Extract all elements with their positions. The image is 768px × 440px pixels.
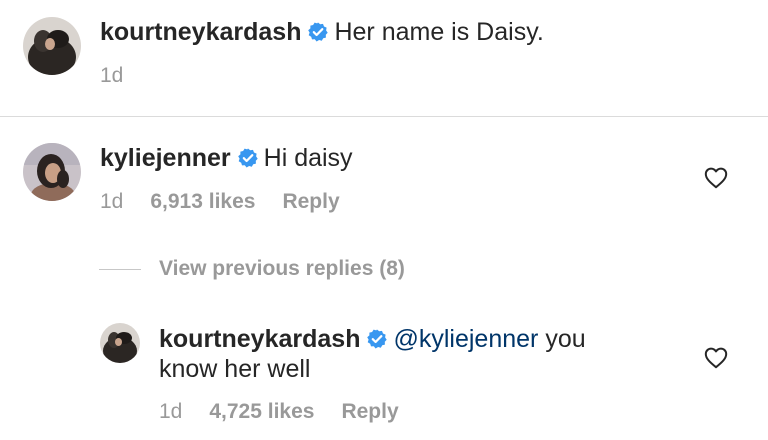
verified-icon bbox=[237, 145, 258, 175]
comment-avatar[interactable] bbox=[23, 143, 81, 201]
heart-outline-icon bbox=[704, 167, 728, 189]
reply-meta: 1d 4,725 likes Reply bbox=[159, 400, 426, 424]
caption-line: kourtneykardash Her name is Daisy. bbox=[100, 17, 544, 49]
caption-meta: 1d bbox=[100, 64, 150, 88]
verified-icon bbox=[367, 326, 388, 356]
caption-username[interactable]: kourtneykardash bbox=[100, 18, 301, 46]
reply-mention-link[interactable]: @kyliejenner bbox=[393, 325, 538, 353]
comment-meta: 1d 6,913 likes Reply bbox=[100, 190, 367, 214]
caption-divider bbox=[0, 116, 768, 117]
caption-text: Her name is Daisy. bbox=[334, 18, 544, 46]
caption-avatar[interactable] bbox=[23, 17, 81, 75]
reply-time: 1d bbox=[159, 400, 183, 423]
comment-like-button[interactable] bbox=[704, 167, 728, 194]
comment-line: kyliejenner Hi daisy bbox=[100, 143, 353, 175]
reply-reply-button[interactable]: Reply bbox=[341, 400, 398, 423]
comment-time: 1d bbox=[100, 190, 124, 213]
reply-text-part2: know her well bbox=[159, 355, 311, 383]
verified-icon bbox=[308, 19, 329, 49]
comment-reply-button[interactable]: Reply bbox=[282, 190, 339, 213]
reply-avatar[interactable] bbox=[100, 323, 140, 363]
reply-line-1: kourtneykardash @kyliejenner you bbox=[159, 324, 586, 356]
comment-likes[interactable]: 6,913 likes bbox=[150, 190, 255, 213]
comment-text: Hi daisy bbox=[263, 144, 353, 172]
reply-username[interactable]: kourtneykardash bbox=[159, 325, 360, 353]
replies-divider-line bbox=[99, 269, 141, 270]
comment-username[interactable]: kyliejenner bbox=[100, 144, 231, 172]
reply-line-2: know her well bbox=[159, 354, 310, 384]
heart-outline-icon bbox=[704, 347, 728, 369]
reply-text-part1: you bbox=[545, 325, 586, 353]
view-previous-replies-button[interactable]: View previous replies (8) bbox=[159, 257, 405, 281]
caption-time: 1d bbox=[100, 64, 124, 87]
reply-like-button[interactable] bbox=[704, 347, 728, 374]
reply-likes[interactable]: 4,725 likes bbox=[209, 400, 314, 423]
